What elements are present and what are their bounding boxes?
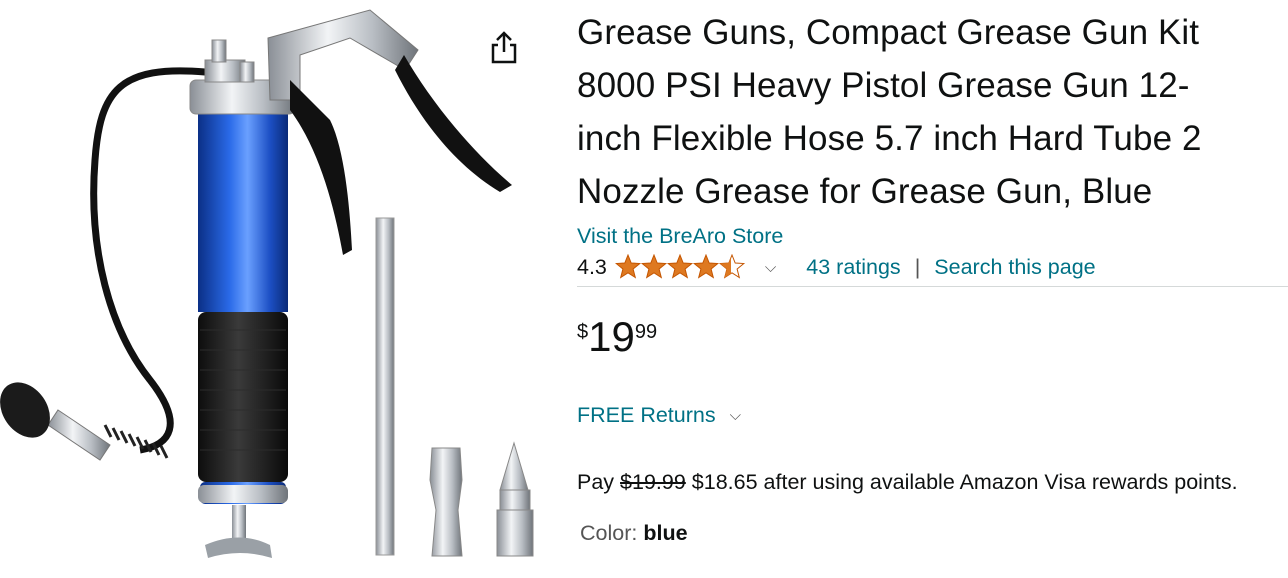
price-currency: $ bbox=[577, 321, 589, 343]
ratings-count-link[interactable]: 43 ratings bbox=[806, 255, 900, 280]
color-value: blue bbox=[643, 521, 688, 545]
star-rating[interactable] bbox=[615, 254, 747, 280]
title-line: 8000 PSI Heavy Pistol Grease Gun 12- bbox=[577, 66, 1190, 105]
color-selector: Color: blue bbox=[580, 521, 1288, 546]
color-label: Color: bbox=[580, 521, 638, 545]
search-page-link[interactable]: Search this page bbox=[934, 255, 1095, 280]
free-returns[interactable]: FREE Returns ⌵ bbox=[577, 403, 1288, 428]
chevron-down-icon[interactable]: ⌵ bbox=[765, 259, 776, 276]
product-image[interactable] bbox=[0, 0, 560, 573]
new-price: $18.65 bbox=[691, 470, 758, 494]
free-returns-label: FREE Returns bbox=[577, 403, 716, 427]
pay-prefix: Pay bbox=[577, 470, 615, 494]
title-line: Nozzle Grease for Grease Gun, Blue bbox=[577, 172, 1153, 211]
price-whole: 19 bbox=[588, 313, 635, 360]
grease-gun-image bbox=[0, 9, 534, 558]
price-fraction: 99 bbox=[634, 321, 658, 343]
product-title: Grease Guns, Compact Grease Gun Kit 8000… bbox=[577, 6, 1288, 218]
title-line: inch Flexible Hose 5.7 inch Hard Tube 2 bbox=[577, 119, 1202, 158]
pay-suffix: after using available Amazon Visa reward… bbox=[763, 470, 1238, 494]
rating-value: 4.3 bbox=[577, 254, 607, 279]
share-icon[interactable] bbox=[486, 28, 522, 68]
stars-icon bbox=[615, 254, 745, 278]
title-line: Grease Guns, Compact Grease Gun Kit bbox=[577, 13, 1200, 52]
old-price: $19.99 bbox=[620, 470, 686, 494]
rewards-offer: Pay $19.99 $18.65 after using available … bbox=[577, 465, 1257, 499]
rating-row: 4.3 ⌵ 43 ratings | Search this page bbox=[577, 250, 1288, 287]
separator: | bbox=[914, 254, 921, 279]
product-info: Grease Guns, Compact Grease Gun Kit 8000… bbox=[577, 0, 1288, 546]
chevron-down-icon: ⌵ bbox=[729, 407, 741, 424]
price: $ 19 99 bbox=[577, 313, 1288, 363]
store-link[interactable]: Visit the BreAro Store bbox=[577, 222, 1288, 250]
